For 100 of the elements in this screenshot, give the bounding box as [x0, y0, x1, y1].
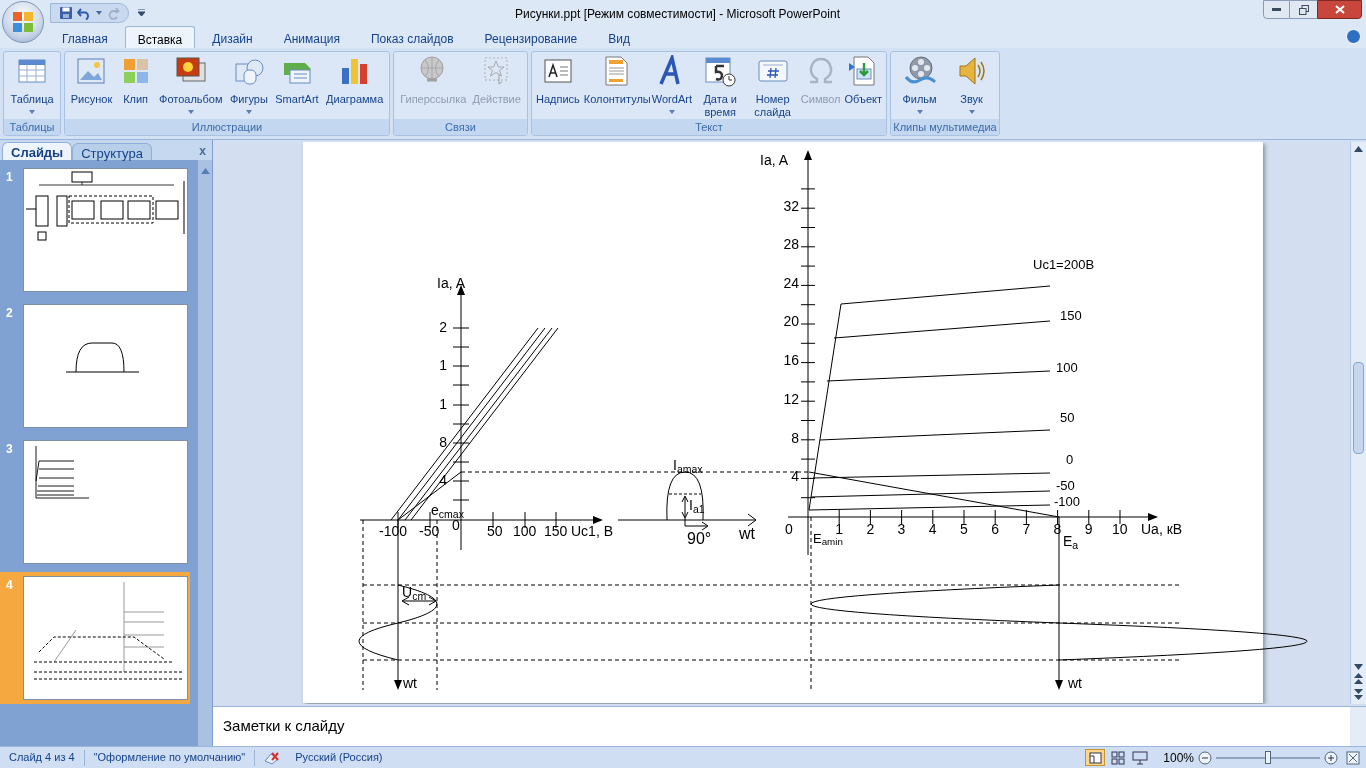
axis-label: Ia, A: [437, 276, 466, 290]
ribbon-tab[interactable]: Вставка: [124, 26, 196, 48]
close-icon: [1334, 5, 1345, 14]
ribbon-button[interactable]: Дата и время: [693, 55, 747, 119]
tick-label: 24: [782, 276, 799, 290]
tick-label: 0: [785, 522, 793, 536]
scroll-up-icon[interactable]: [1354, 146, 1363, 152]
ribbon-button[interactable]: Колонтитулы: [581, 55, 650, 106]
pane-tab[interactable]: Слайды: [2, 142, 73, 160]
dashed-guide-line: [668, 493, 702, 495]
tick-label: -50: [419, 524, 440, 538]
group-label: Клипы мультимедиа: [891, 119, 999, 135]
ribbon-button[interactable]: Звук: [953, 55, 990, 114]
slide-show-icon[interactable]: [1131, 749, 1150, 766]
curve-label: 150: [1060, 309, 1082, 322]
office-logo-icon: [12, 11, 34, 33]
caret-icon: [968, 110, 975, 114]
help-icon[interactable]: [1346, 29, 1361, 44]
angle-label: 90°: [687, 531, 712, 547]
scrollbar[interactable]: [1350, 706, 1366, 746]
zoom-out-icon[interactable]: [1198, 750, 1212, 765]
ribbon-button[interactable]: Таблица: [8, 55, 56, 114]
minimize-icon: [1272, 8, 1281, 11]
ribbon-button[interactable]: Фигуры: [227, 55, 270, 114]
ribbon-tab[interactable]: Анимация: [269, 26, 354, 48]
group-label: Связи: [394, 119, 527, 135]
tick-label: 150: [544, 524, 568, 538]
close-pane-button[interactable]: x: [199, 142, 206, 160]
tick-label: 1: [835, 522, 843, 536]
tick-label: 7: [1022, 522, 1031, 536]
caret-icon[interactable]: [96, 11, 102, 15]
axis-label: wt: [739, 526, 755, 542]
caret-icon: [29, 110, 35, 114]
peak-label: I$_{amax}$: [673, 458, 703, 472]
axis-label: Ia, A: [760, 153, 789, 167]
group-label: Иллюстрации: [65, 119, 389, 135]
tick-label: 10: [1112, 522, 1128, 536]
tick-label: 0: [452, 518, 460, 532]
group-label: Текст: [532, 119, 886, 135]
slide-counter: Слайд 4 из 4: [8, 750, 76, 766]
ribbon-button[interactable]: Фильм: [900, 55, 939, 114]
pulse-curve: [666, 471, 704, 521]
language-indicator[interactable]: Русский (Россия): [289, 749, 389, 766]
ribbon-button[interactable]: Номер слайда: [746, 55, 799, 119]
ribbon-button[interactable]: Фотоальбом: [157, 55, 225, 114]
scroll-down-icon[interactable]: [1354, 664, 1363, 670]
zoom-level[interactable]: 100%: [1163, 748, 1194, 767]
scroll-thumb[interactable]: [1353, 362, 1364, 454]
double-arrow: [681, 495, 689, 519]
ribbon-button[interactable]: Диаграмма: [324, 55, 386, 106]
ribbon-tab[interactable]: Дизайн: [198, 26, 267, 48]
restore-icon: [1298, 4, 1309, 15]
spell-check-icon[interactable]: [263, 750, 282, 765]
tick-label: 8: [790, 431, 799, 445]
tick-label: 2: [438, 320, 447, 334]
angle-arrow: [684, 517, 709, 531]
tick-label: 6: [991, 522, 999, 536]
next-slide-icon[interactable]: [1354, 688, 1363, 700]
tick-label: 4: [928, 522, 937, 536]
ribbon-tab[interactable]: Главная: [48, 26, 122, 48]
tick-label: 12: [782, 392, 799, 406]
ribbon-button[interactable]: WordArt: [649, 55, 694, 114]
slider-thumb[interactable]: [1265, 750, 1271, 764]
double-arrow: [401, 596, 437, 606]
picture-icon: [75, 55, 108, 87]
ribbon-button[interactable]: Клип: [117, 55, 154, 106]
ribbon-tab[interactable]: Показ слайдов: [357, 26, 468, 48]
tick-label: 1: [438, 358, 447, 372]
ribbon-button[interactable]: SmartArt: [273, 55, 321, 106]
tick-label: 32: [782, 199, 799, 213]
tick-label: 8: [1053, 522, 1062, 536]
caret-icon: [916, 110, 923, 114]
minimize-button[interactable]: [1263, 0, 1290, 19]
undo-icon[interactable]: [77, 6, 92, 20]
ribbon-button[interactable]: Объект: [842, 55, 884, 106]
previous-slide-icon[interactable]: [1354, 673, 1363, 685]
fit-to-window-icon[interactable]: [1346, 750, 1360, 765]
tick-label: 3: [897, 522, 906, 536]
ribbon-tab[interactable]: Вид: [594, 26, 644, 48]
ribbon-button[interactable]: Рисунок: [68, 55, 115, 106]
caret-icon: [668, 110, 675, 114]
normal-view-icon[interactable]: [1085, 749, 1106, 766]
ribbon-button[interactable]: Надпись: [534, 55, 582, 106]
restore-button[interactable]: [1290, 0, 1317, 19]
ribbon-tab[interactable]: Рецензирование: [470, 26, 592, 48]
tick-label: 28: [782, 237, 799, 251]
amplitude-label: I$_{a1}$: [689, 498, 705, 512]
tick-label: 9: [1084, 522, 1093, 536]
theme-name[interactable]: "Оформление по умолчанию": [84, 749, 255, 766]
customize-caret-icon[interactable]: [138, 9, 145, 16]
close-button[interactable]: [1317, 0, 1362, 19]
scrollbar[interactable]: [1350, 142, 1366, 704]
tick-label: 4: [790, 469, 799, 483]
scrollbar[interactable]: [198, 160, 212, 746]
save-icon[interactable]: [59, 6, 73, 20]
notes-field[interactable]: Заметки к слайду: [213, 706, 1350, 746]
pane-tab[interactable]: Структура: [72, 143, 152, 160]
slide-sorter-icon[interactable]: [1109, 749, 1128, 766]
zoom-in-icon[interactable]: [1324, 750, 1338, 765]
axis-label: e$_{cmax}$: [431, 503, 464, 517]
